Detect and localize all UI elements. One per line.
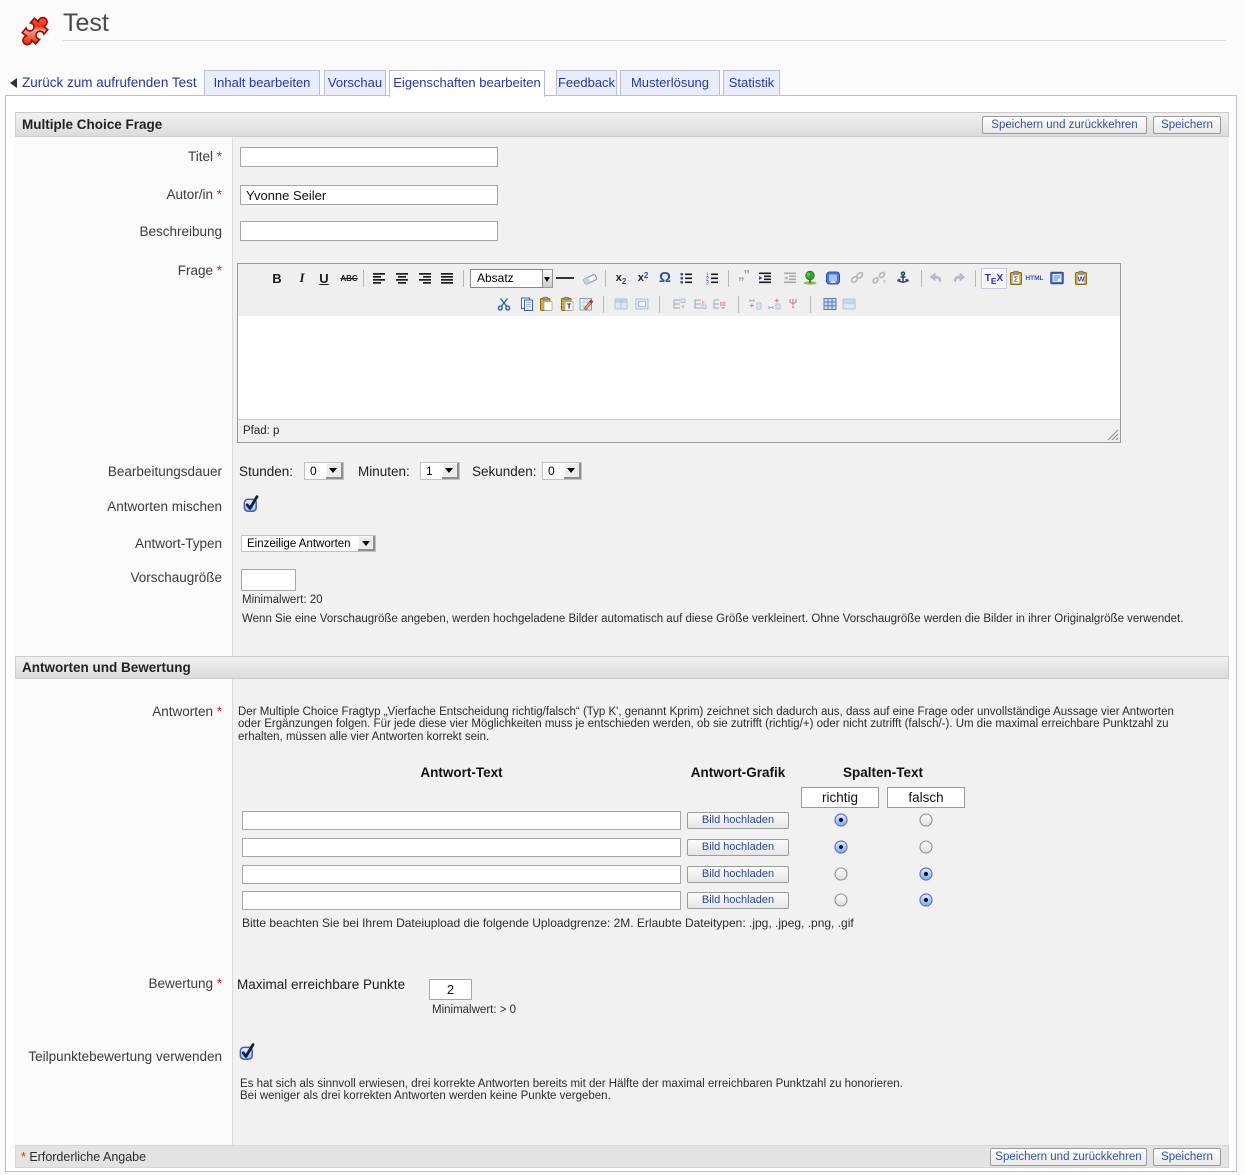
svg-text:T: T: [567, 302, 572, 311]
svg-text:3: 3: [706, 281, 709, 287]
svg-text:Σ: Σ: [1014, 277, 1019, 284]
svg-text:W: W: [1077, 275, 1085, 284]
